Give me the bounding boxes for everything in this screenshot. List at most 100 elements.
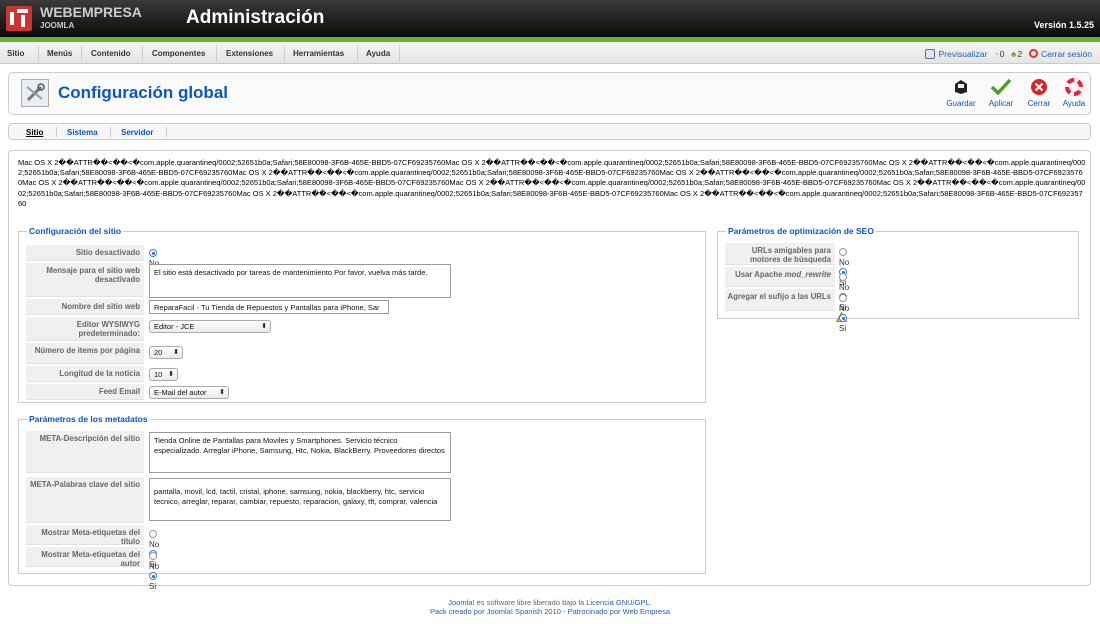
menu-item-menus[interactable]: Menús [47,49,72,58]
messages-icon: ◔ [993,48,999,59]
feed-len-label: Longitud de la noticia [26,366,144,382]
close-icon [1031,79,1047,95]
save-icon [955,80,967,94]
meta-keys-label: META-Palabras clave del sitio [26,477,144,523]
preview-icon [925,48,936,59]
joomla-link[interactable]: Joomla! [448,598,474,607]
list-value: 20 [154,348,163,357]
show-author-no-radio[interactable] [149,552,157,560]
rewrite-label: Usar Apache mod_rewrite [725,267,835,287]
toolbar: Configuración global Guardar Aplicar Cer… [8,72,1091,115]
feed-len-select[interactable]: 10 ⬍ [149,368,178,381]
menu-item-herramientas[interactable]: Herramientas [293,49,344,58]
joomla-logo-icon [6,6,32,31]
brand-sub: JOOMLA [40,21,75,30]
list-select[interactable]: 20 ⬍ [149,346,183,359]
apply-check-icon [990,78,1012,96]
footer-license-line: Joomla! es software libre liberado bajo … [0,598,1100,607]
config-panel: Mac OS X 2��ATTR��<��<�com.apple.quarant… [8,150,1091,591]
messages-count: 0 [999,48,1005,59]
save-button[interactable]: Guardar [942,76,980,108]
meta-keys-textarea[interactable]: pantalla, movil, lcd, tactil, cristal, i… [149,478,451,521]
radio-no-text: No [839,304,850,313]
main-menu: Sitio Menús Contenido Componentes Extens… [0,42,1100,64]
list-label: Número de items por página [26,343,144,364]
menu-item-componentes[interactable]: Componentes [152,49,205,58]
users-count: 2 [1017,48,1023,59]
sitename-label: Nombre del sitio web [26,299,144,315]
rewrite-no-radio[interactable] [839,273,847,281]
offline-label: Sitio desactivado [26,245,144,261]
tab-sistema[interactable]: Sistema [67,128,98,137]
apply-label: Aplicar [988,99,1014,108]
sef-no-radio[interactable] [839,248,847,256]
offline-no-radio[interactable] [149,249,157,257]
sitename-input[interactable]: ReparaFacil - Tu Tienda de Repuestos y P… [149,300,389,314]
metadata-fieldset: Parámetros de los metadatos META-Descrip… [18,414,706,591]
menu-item-sitio[interactable]: Sitio [7,49,24,58]
header-bar: WEBEMPRESA JOOMLA Administración Versión… [0,0,1100,37]
radio-si-text: Si [839,324,847,333]
show-title-label: Mostrar Meta-etiquetas del título [26,525,144,546]
meta-desc-label: META-Descripción del sitio [26,431,144,473]
footer-text: es software libre liberado bajo la [474,598,587,607]
stray-text: Mac OS X 2��ATTR��<��<�com.apple.quarant… [18,158,1086,208]
menu-item-ayuda[interactable]: Ayuda [366,49,390,58]
rewrite-label-em: mod_rewrite [784,270,831,279]
help-label: Ayuda [1062,99,1086,108]
radio-no-text: No [149,540,160,549]
admin-title: Administración [186,7,325,28]
menu-item-contenido[interactable]: Contenido [91,49,131,58]
feed-email-label: Feed Email [26,384,144,400]
site-config-legend: Configuración del sitio [27,226,124,236]
users-icon: ♣ [1010,48,1017,59]
feed-len-value: 10 [154,370,163,379]
help-lifebuoy-icon [1065,78,1083,96]
close-label: Cerrar [1027,99,1051,108]
suffix-no-radio[interactable] [839,294,847,302]
offline-msg-textarea[interactable]: El sitio está desactivado por tareas de … [149,264,451,298]
show-author-label: Mostrar Meta-etiquetas del autor [26,547,144,568]
status-area: Previsualizar ◔0 ♣2 Cerrar sesión [921,48,1092,59]
show-author-si-radio[interactable] [149,572,157,580]
footer: Joomla! es software libre liberado bajo … [0,598,1100,616]
seo-fieldset: Parámetros de optimización de SEO URLs a… [717,226,1079,333]
license-link[interactable]: Licencia GNU/GPL [586,598,649,607]
meta-desc-textarea[interactable]: Tienda Online de Pantallas para Moviles … [149,432,451,473]
config-page-icon [21,79,49,107]
metadata-legend: Parámetros de los metadatos [27,414,150,424]
radio-no-text: No [839,258,850,267]
tab-bar: Sitio Sistema Servidor [8,123,1091,140]
sef-label: URLs amigables para motores de búsqueda [725,243,835,265]
suffix-si-radio[interactable] [839,314,847,322]
page-title: Configuración global [58,83,228,102]
logout-link[interactable]: Cerrar sesión [1041,49,1092,59]
save-label: Guardar [946,99,976,108]
footer-credits[interactable]: Pack creado por Joomla! Spanish 2010 - P… [0,607,1100,616]
feed-email-select[interactable]: E-Mail del autor ⬍ [149,386,229,399]
help-button[interactable]: Ayuda [1055,76,1093,108]
version-label: Versión 1.5.25 [1033,20,1094,30]
show-title-no-radio[interactable] [149,530,157,538]
offline-msg-label: Mensaje para el sitio web desactivado [26,263,144,297]
close-button[interactable]: Cerrar [1020,76,1058,108]
editor-value: Editor - JCE [154,322,195,331]
menu-item-extensiones[interactable]: Extensiones [226,49,273,58]
radio-no-text: No [839,283,850,292]
editor-label: Editor WYSIWYG predeterminado: [26,317,144,341]
radio-no-text: No [149,562,160,571]
suffix-label: Agregar el sufijo a las URLs [725,289,835,311]
tab-sitio[interactable]: Sitio [26,128,43,137]
preview-link[interactable]: Previsualizar [939,49,988,59]
radio-si-text: Si [149,582,157,591]
footer-period: . [649,598,652,607]
editor-select[interactable]: Editor - JCE ⬍ [149,320,271,333]
tab-servidor[interactable]: Servidor [121,128,153,137]
rewrite-label-text: Usar Apache [735,270,785,279]
seo-legend: Parámetros de optimización de SEO [726,226,876,236]
feed-email-value: E-Mail del autor [154,388,207,397]
apply-button[interactable]: Aplicar [982,76,1020,108]
site-config-fieldset: Configuración del sitio Sitio desactivad… [18,226,706,403]
brand-name: WEBEMPRESA [40,4,142,20]
logout-icon [1028,49,1038,59]
